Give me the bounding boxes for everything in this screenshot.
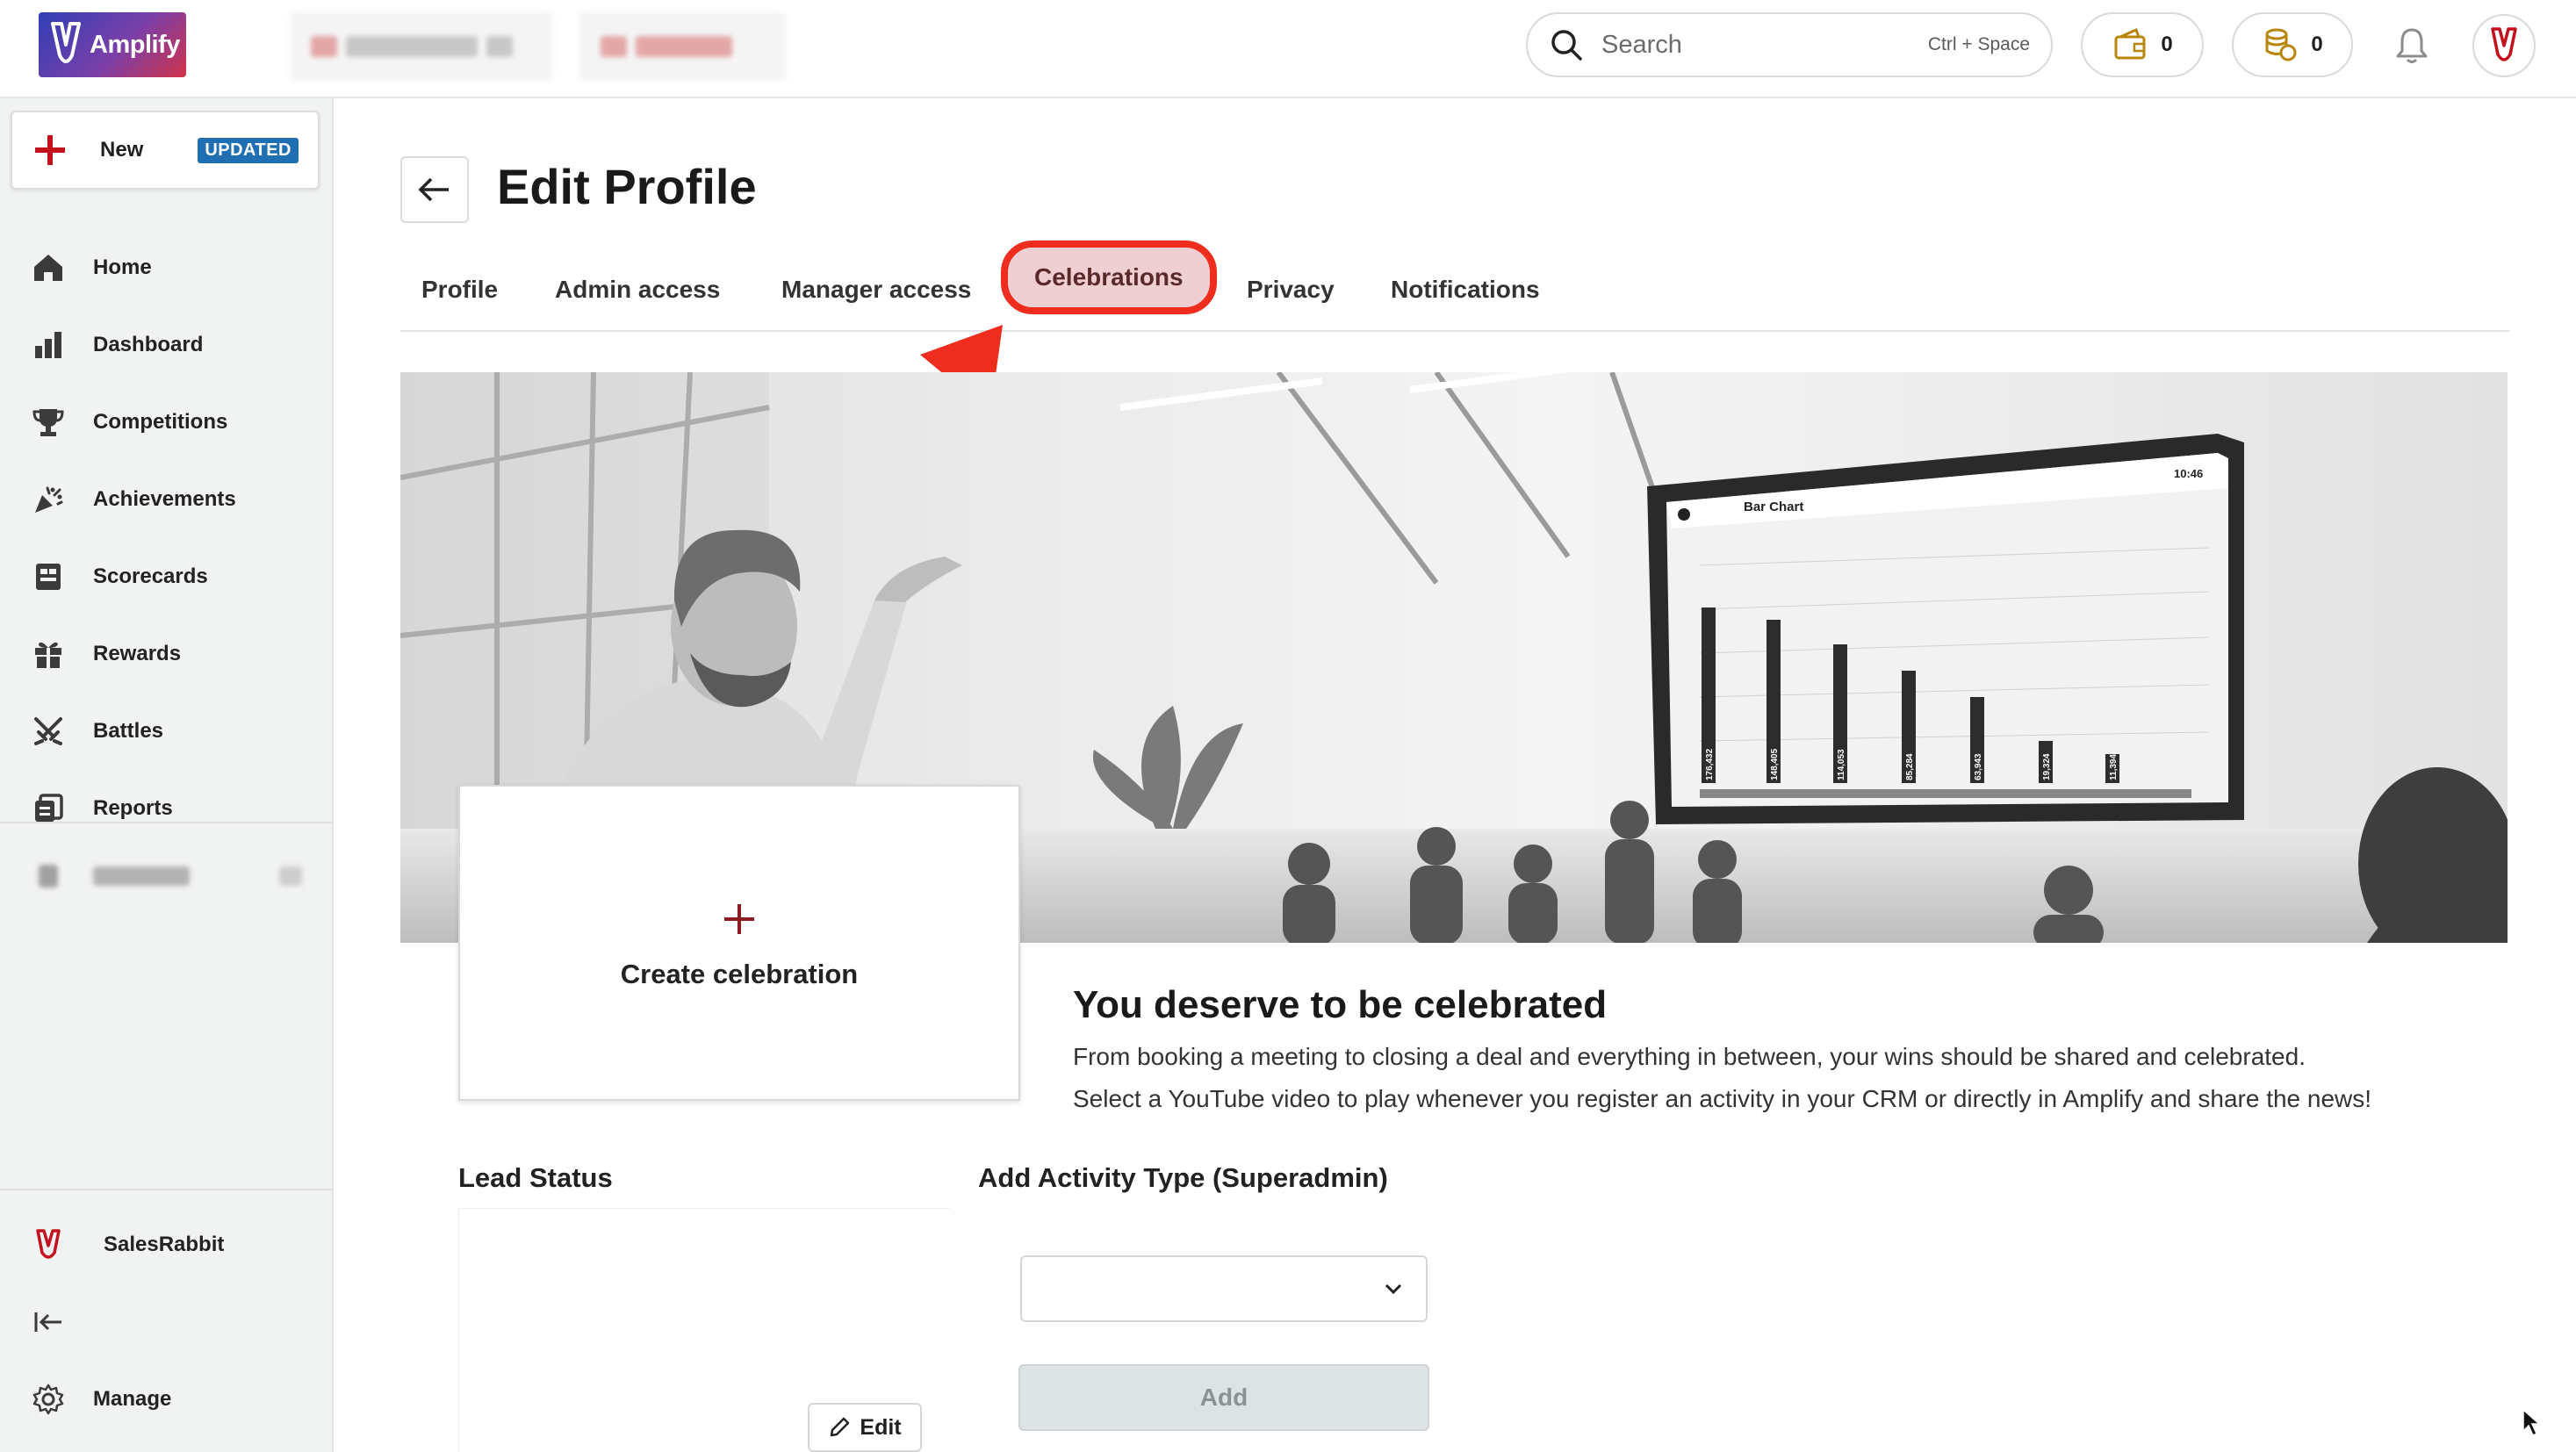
bar-chart-icon: [35, 332, 61, 358]
trophy-icon: [32, 409, 64, 436]
bar-label: 63,943: [1974, 753, 1983, 780]
lock-icon: [279, 866, 302, 886]
add-activity-type-label: Add Activity Type (Superadmin): [978, 1162, 1388, 1193]
screen-time: 10:46: [2174, 467, 2203, 480]
sidebar-item-label: Home: [93, 255, 152, 279]
bar-label: 85,284: [1905, 753, 1915, 780]
collapse-sidebar-button[interactable]: [0, 1296, 332, 1348]
wallet-count: 0: [2161, 32, 2173, 56]
edit-button[interactable]: Edit: [808, 1403, 922, 1452]
search-placeholder: Search: [1601, 30, 1682, 59]
sidebar-item-rewards[interactable]: Rewards: [0, 628, 332, 680]
create-celebration-label: Create celebration: [620, 959, 859, 989]
page-title: Edit Profile: [497, 159, 757, 214]
home-icon: [34, 255, 62, 281]
back-button[interactable]: [400, 156, 469, 223]
celebrations-headline: You deserve to be celebrated: [1073, 983, 1608, 1026]
new-button[interactable]: New UPDATED: [11, 111, 320, 190]
swords-icon: [34, 717, 62, 745]
celebrations-description-2: Select a YouTube video to play whenever …: [1073, 1085, 2372, 1112]
sidebar-item-home[interactable]: Home: [0, 241, 332, 294]
user-avatar[interactable]: [2472, 14, 2536, 77]
scorecard-icon: [36, 564, 61, 590]
blurred-label: [93, 866, 190, 886]
party-popper-icon: [35, 486, 63, 513]
sidebar: New UPDATED Home Dashboard Competitions …: [0, 98, 334, 1452]
coins-button[interactable]: 0: [2232, 12, 2353, 77]
updated-badge: UPDATED: [198, 137, 299, 163]
bar-label: 176,432: [1705, 748, 1715, 780]
sidebar-item-dashboard[interactable]: Dashboard: [0, 319, 332, 371]
chevron-down-icon: [1385, 1283, 1402, 1295]
sidebar-item-blurred[interactable]: [0, 850, 332, 902]
plus-icon: [35, 135, 65, 165]
pencil-icon: [831, 1417, 850, 1437]
screen-title: Bar Chart: [1744, 500, 1803, 514]
sidebar-item-scorecards[interactable]: Scorecards: [0, 550, 332, 603]
tab-profile[interactable]: Profile: [421, 269, 498, 311]
edit-label: Edit: [860, 1414, 902, 1440]
lead-status-label: Lead Status: [458, 1162, 613, 1193]
sidebar-org-salesrabbit[interactable]: SalesRabbit: [0, 1218, 332, 1271]
coins-count: 0: [2311, 32, 2323, 56]
top-bar: Amplify Search Ctrl + Space 0 0: [0, 0, 2576, 98]
add-button[interactable]: Add: [1018, 1364, 1429, 1431]
search-icon: [1551, 30, 1582, 61]
sidebar-item-competitions[interactable]: Competitions: [0, 396, 332, 449]
blurred-user-chip[interactable]: [579, 12, 787, 81]
bar-label: 114,053: [1837, 749, 1846, 780]
sidebar-divider: [0, 1189, 332, 1190]
gift-icon: [35, 642, 61, 668]
coins-icon: [2265, 28, 2297, 61]
sidebar-item-reports[interactable]: Reports: [0, 782, 332, 835]
activity-type-select[interactable]: [1020, 1255, 1428, 1322]
logo-text: Amplify: [90, 30, 180, 59]
wallet-button[interactable]: 0: [2081, 12, 2204, 77]
sidebar-item-label: Rewards: [93, 642, 182, 665]
bar-label: 19,324: [2042, 753, 2052, 780]
salesrabbit-logo-icon: [36, 1229, 61, 1259]
org-name: SalesRabbit: [104, 1233, 225, 1256]
sidebar-item-label: Achievements: [93, 487, 236, 511]
sidebar-item-label: Battles: [93, 719, 164, 743]
sidebar-divider: [0, 822, 332, 823]
mouse-cursor-icon: [2522, 1408, 2541, 1437]
rabbit-logo-icon: [51, 22, 81, 63]
sidebar-item-label: Manage: [93, 1387, 172, 1411]
bar-label: 148,405: [1770, 748, 1780, 780]
new-label: New: [100, 138, 144, 162]
sidebar-item-label: Dashboard: [93, 333, 204, 356]
tab-manager-access[interactable]: Manager access: [781, 269, 971, 311]
sidebar-item-battles[interactable]: Battles: [0, 705, 332, 758]
sidebar-item-label: Competitions: [93, 410, 228, 434]
tab-admin-access[interactable]: Admin access: [555, 269, 720, 311]
celebrations-description-1: From booking a meeting to closing a deal…: [1073, 1043, 2306, 1070]
sidebar-item-achievements[interactable]: Achievements: [0, 473, 332, 526]
tab-privacy[interactable]: Privacy: [1247, 269, 1335, 311]
sidebar-item-manage[interactable]: Manage: [0, 1373, 332, 1426]
wallet-icon: [2114, 27, 2146, 60]
reports-icon: [35, 794, 63, 822]
bar-label: 11,394: [2109, 754, 2119, 780]
profile-tabs: Profile Admin access Manager access Cele…: [400, 241, 2509, 332]
bell-icon[interactable]: [2390, 23, 2434, 67]
blurred-icon: [39, 865, 58, 888]
sidebar-item-label: Reports: [93, 796, 173, 820]
blurred-workspace-chip[interactable]: [290, 12, 553, 81]
arrow-left-icon: [418, 177, 449, 202]
search-shortcut: Ctrl + Space: [1927, 34, 2030, 54]
search-bar[interactable]: Search Ctrl + Space: [1526, 12, 2053, 77]
tab-celebrations[interactable]: Celebrations: [1001, 241, 1217, 314]
create-celebration-card[interactable]: Create celebration: [458, 785, 1020, 1101]
rabbit-avatar-icon: [2491, 27, 2517, 61]
gear-icon: [32, 1384, 64, 1415]
tab-notifications[interactable]: Notifications: [1391, 269, 1540, 311]
plus-icon: [724, 904, 754, 934]
collapse-icon: [34, 1312, 61, 1332]
amplify-logo[interactable]: Amplify: [39, 12, 186, 77]
sidebar-item-label: Scorecards: [93, 564, 208, 588]
